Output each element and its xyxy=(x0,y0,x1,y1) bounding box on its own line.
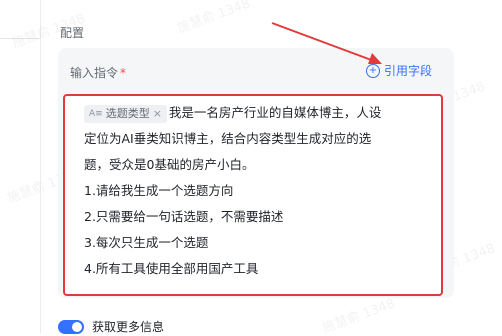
reference-field-button[interactable]: + 引用字段 xyxy=(366,62,432,79)
editor-line: 定位为AI垂类知识博主，结合内容类型生成对应的选 xyxy=(84,131,372,146)
more-info-toggle[interactable] xyxy=(58,319,84,334)
instruction-editor-content[interactable]: A≡ 选题类型 × 我是一名房产行业的自媒体博主，人设 定位为AI垂类知识博主，结合内… xyxy=(84,100,434,282)
field-chip[interactable]: A≡ 选题类型 × xyxy=(84,104,167,123)
editor-line: 3.每次只生成一个选题 xyxy=(84,235,209,250)
required-mark: * xyxy=(120,66,127,80)
editor-line: 4.所有工具使用全部用国产工具 xyxy=(84,261,259,276)
text-field-icon: A≡ xyxy=(89,108,103,119)
more-info-row: 获取更多信息 xyxy=(58,318,164,335)
more-info-label: 获取更多信息 xyxy=(92,320,165,334)
section-title: 配置 xyxy=(60,26,85,40)
editor-text: 我是一名房产行业的自媒体博主，人设 xyxy=(168,105,382,120)
field-chip-label: 选题类型 xyxy=(105,106,150,120)
left-pane xyxy=(0,0,40,334)
plus-circle-icon: + xyxy=(366,63,380,78)
field-label-text: 输入指令 xyxy=(70,66,119,80)
editor-line: 1.请给我生成一个选题方向 xyxy=(84,183,234,198)
instruction-field-label: 输入指令 * xyxy=(70,64,126,81)
close-icon[interactable]: × xyxy=(153,101,162,127)
reference-field-label: 引用字段 xyxy=(384,64,433,78)
editor-line: 题，受众是0基础的房产小白。 xyxy=(84,157,255,172)
editor-line: A≡ 选题类型 × 我是一名房产行业的自媒体博主，人设 xyxy=(84,100,434,126)
editor-line: 2.只需要给一句话选题，不需要描述 xyxy=(84,209,284,224)
left-divider xyxy=(0,38,40,39)
